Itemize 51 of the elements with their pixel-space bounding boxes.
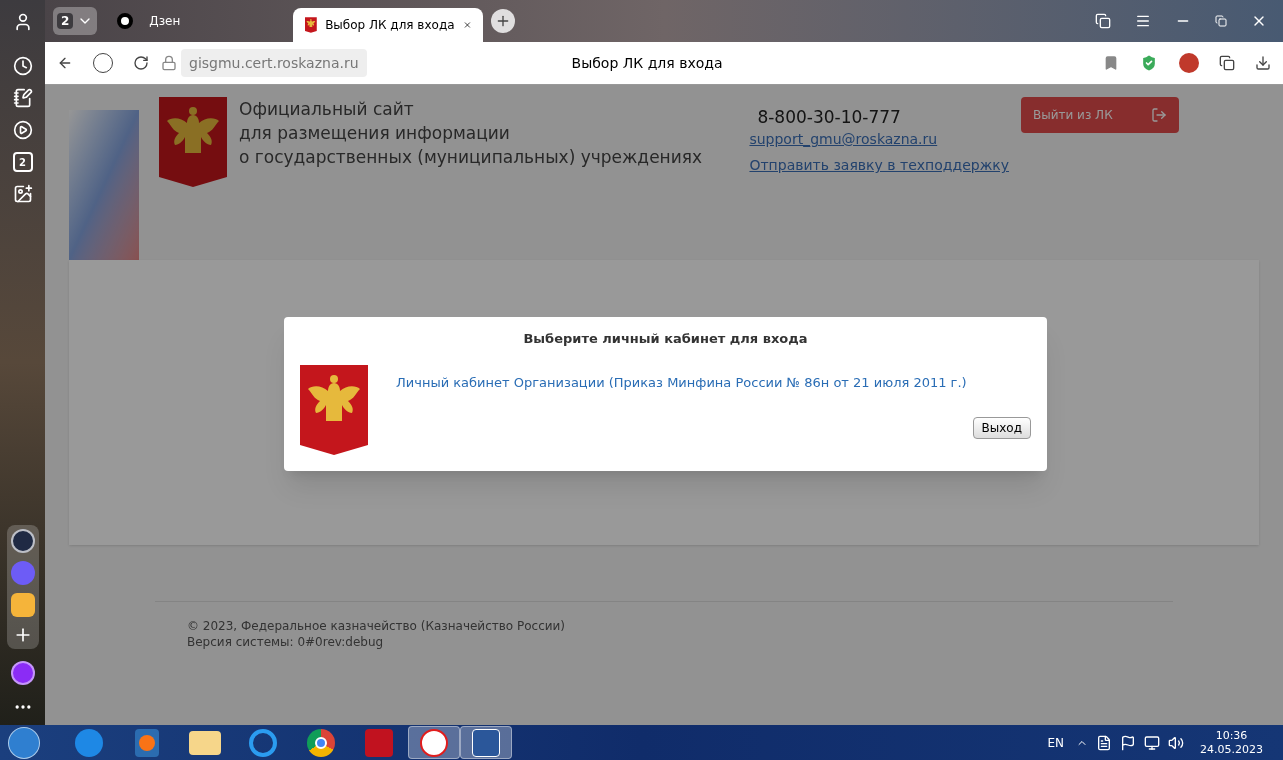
lock-icon — [161, 55, 177, 71]
cabinet-link[interactable]: Личный кабинет Организации (Приказ Минфина России № 86н от 21 июля 2011 г.) — [396, 372, 1031, 392]
coat-of-arms-icon — [305, 15, 318, 35]
back-icon[interactable] — [57, 55, 73, 71]
notes-icon[interactable] — [12, 88, 33, 108]
site-title-line: о государственных (муниципальных) учреждениях — [239, 146, 703, 169]
taskbar-app-button[interactable] — [460, 726, 512, 759]
page-title: Выбор ЛК для входа — [570, 54, 724, 73]
close-tab-icon[interactable] — [462, 19, 472, 31]
assistant-icon[interactable] — [10, 661, 35, 685]
document-tray-icon[interactable] — [1096, 734, 1112, 751]
coat-of-arms-icon — [159, 97, 227, 187]
exit-button[interactable]: Выход — [972, 416, 1031, 439]
tab-count-button[interactable]: 2 — [53, 7, 98, 35]
tab-title: Дзен — [149, 13, 182, 29]
logout-icon — [1151, 107, 1167, 123]
coat-of-arms-icon — [300, 364, 368, 455]
mail-icon[interactable] — [10, 593, 35, 617]
network-icon[interactable] — [1144, 734, 1160, 751]
site-title-line: Официальный сайт — [239, 98, 415, 121]
browser-tab[interactable]: Выбор ЛК для входа — [293, 8, 484, 42]
bookmark-icon[interactable] — [1103, 55, 1119, 71]
sidebar-count[interactable]: 2 — [12, 152, 33, 172]
tab-title: Выбор ЛК для входа — [325, 17, 455, 33]
circle-app-icon[interactable] — [10, 529, 35, 553]
tab-count: 2 — [57, 13, 74, 29]
flag-tray-icon[interactable] — [1120, 734, 1136, 751]
extension-icon[interactable] — [1179, 53, 1199, 73]
phone-number: 8-800-30-10-777 — [756, 106, 902, 129]
footer-text: © 2023, Федеральное казначейство (Казначейство России) — [187, 618, 567, 634]
dialog-title: Выберите личный кабинет для входа — [522, 330, 809, 348]
clock-time[interactable]: 10:36 — [1215, 728, 1248, 743]
language-indicator[interactable]: EN — [1047, 734, 1064, 751]
site-title-line: для размещения информации — [239, 122, 511, 145]
browser-tab[interactable]: Дзен — [105, 4, 286, 38]
restore-icon[interactable] — [1215, 15, 1227, 27]
url-field[interactable]: gisgmu.cert.roskazna.ru — [181, 49, 367, 77]
clock-date[interactable]: 24.05.2023 — [1200, 742, 1263, 757]
taskbar-app-button[interactable] — [408, 726, 460, 759]
screenshot-icon[interactable] — [12, 184, 33, 204]
start-button[interactable] — [8, 726, 40, 759]
history-icon[interactable] — [12, 56, 33, 76]
menu-icon[interactable] — [1135, 13, 1151, 29]
volume-icon[interactable] — [1168, 734, 1184, 751]
reload-icon[interactable] — [133, 55, 149, 71]
download-icon[interactable] — [1255, 55, 1271, 71]
sidebar-toggle-icon[interactable] — [1219, 55, 1235, 71]
tabs-icon[interactable] — [1095, 13, 1111, 29]
play-icon[interactable] — [12, 120, 33, 140]
footer-text: Версия системы: 0#0rev:debug — [187, 634, 385, 650]
new-tab-button[interactable] — [491, 9, 516, 33]
